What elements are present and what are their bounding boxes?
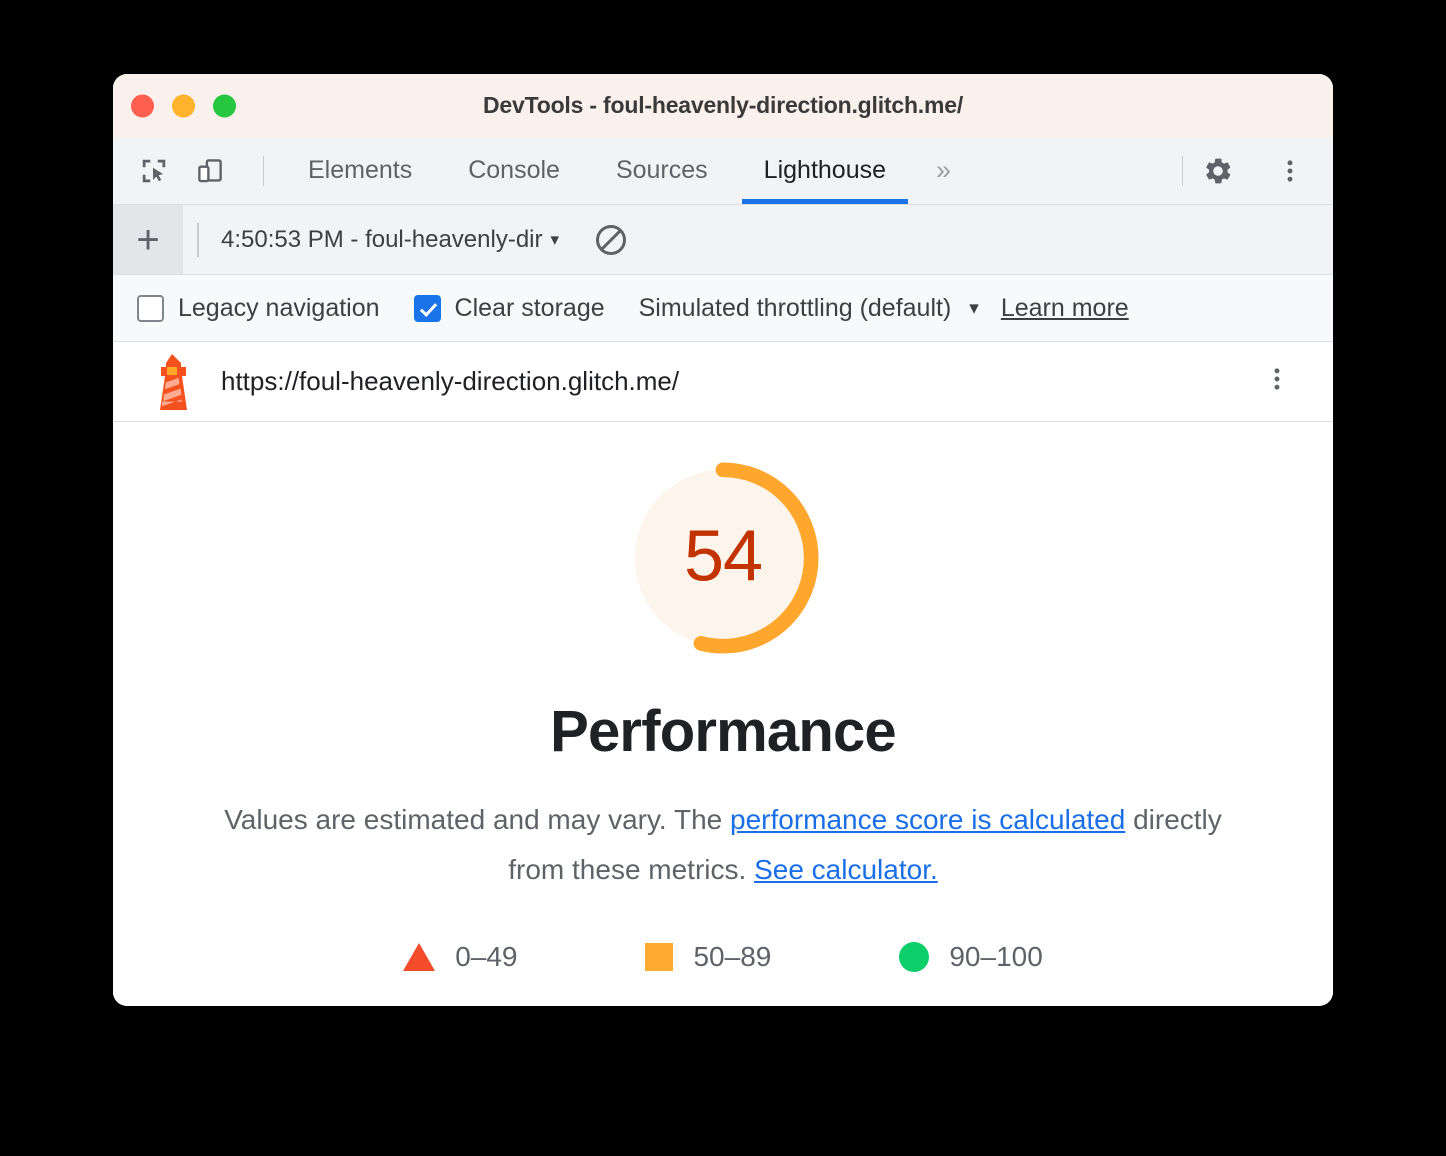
performance-score-gauge: 54 bbox=[625, 460, 821, 656]
tab-lighthouse-label: Lighthouse bbox=[763, 156, 886, 184]
legend-item-average: 50–89 bbox=[645, 941, 771, 973]
minimize-window-button[interactable] bbox=[172, 94, 195, 117]
lighthouse-icon bbox=[160, 353, 187, 410]
devtools-tab-list: Elements Console Sources Lighthouse bbox=[280, 137, 914, 204]
devtools-left-tools bbox=[113, 152, 280, 190]
tab-elements-label: Elements bbox=[308, 156, 413, 184]
tab-console[interactable]: Console bbox=[440, 137, 588, 204]
circle-icon bbox=[899, 941, 930, 972]
report-url-header: https://foul-heavenly-direction.glitch.m… bbox=[113, 342, 1333, 422]
tab-console-label: Console bbox=[468, 156, 560, 184]
see-calculator-link[interactable]: See calculator. bbox=[754, 854, 938, 885]
legacy-navigation-label: Legacy navigation bbox=[178, 293, 380, 322]
lighthouse-report-body: 54 Performance Values are estimated and … bbox=[113, 422, 1333, 1006]
clear-storage-checkbox-box[interactable] bbox=[413, 294, 441, 322]
performance-score-calculated-link[interactable]: performance score is calculated bbox=[730, 804, 1125, 835]
devtools-tabstrip: Elements Console Sources Lighthouse » bbox=[113, 137, 1333, 205]
tab-lighthouse[interactable]: Lighthouse bbox=[736, 137, 914, 204]
performance-score-value: 54 bbox=[683, 516, 763, 597]
window-traffic-lights bbox=[131, 94, 236, 117]
throttling-selector-value[interactable]: Simulated throttling (default) bbox=[639, 294, 952, 323]
page-title: Performance bbox=[550, 699, 897, 764]
lighthouse-options-bar: Legacy navigation Clear storage Simulate… bbox=[113, 275, 1333, 342]
report-selector-value: 4:50:53 PM - foul-heavenly-dir bbox=[221, 225, 543, 253]
tab-elements[interactable]: Elements bbox=[280, 137, 440, 204]
new-report-button[interactable]: + bbox=[113, 205, 183, 274]
legend-item-pass: 90–100 bbox=[899, 940, 1043, 973]
legend-label-fail: 0–49 bbox=[455, 940, 518, 972]
report-url-text: https://foul-heavenly-direction.glitch.m… bbox=[221, 366, 680, 396]
score-description-part1: Values are estimated and may vary. The bbox=[224, 804, 731, 835]
screenshot-root: DevTools - foul-heavenly-direction.glitc… bbox=[0, 0, 1446, 1156]
legend-label-pass: 90–100 bbox=[949, 940, 1043, 972]
report-options-kebab-icon[interactable] bbox=[1263, 365, 1291, 398]
learn-more-link[interactable]: Learn more bbox=[1001, 294, 1129, 323]
more-options-kebab-icon[interactable] bbox=[1271, 152, 1309, 190]
throttling-chevron-down-icon[interactable]: ▾ bbox=[969, 297, 979, 320]
devtools-window: DevTools - foul-heavenly-direction.glitc… bbox=[113, 74, 1333, 1006]
clear-storage-label: Clear storage bbox=[454, 293, 605, 322]
settings-gear-icon[interactable] bbox=[1199, 152, 1237, 190]
legacy-navigation-checkbox[interactable]: Legacy navigation bbox=[137, 294, 380, 323]
inspect-element-icon[interactable] bbox=[135, 152, 173, 190]
chevron-down-icon: ▾ bbox=[550, 229, 560, 249]
more-tabs-chevron-icon[interactable]: » bbox=[914, 155, 973, 186]
close-window-button[interactable] bbox=[131, 94, 154, 117]
zoom-window-button[interactable] bbox=[213, 94, 236, 117]
tab-sources-label: Sources bbox=[615, 156, 708, 184]
window-title: DevTools - foul-heavenly-direction.glitc… bbox=[482, 92, 964, 118]
clear-all-icon[interactable] bbox=[593, 222, 629, 258]
toolbar-divider bbox=[263, 155, 264, 186]
lighthouse-run-toolbar: + 4:50:53 PM - foul-heavenly-dir ▾ bbox=[113, 205, 1333, 275]
triangle-icon bbox=[403, 942, 436, 971]
clear-storage-checkbox[interactable]: Clear storage bbox=[413, 293, 605, 323]
devtools-right-tools bbox=[1166, 152, 1333, 190]
device-toolbar-icon[interactable] bbox=[191, 152, 229, 190]
report-selector-dropdown[interactable]: 4:50:53 PM - foul-heavenly-dir ▾ bbox=[221, 226, 559, 254]
legend-label-average: 50–89 bbox=[693, 940, 772, 972]
window-titlebar: DevTools - foul-heavenly-direction.glitc… bbox=[113, 74, 1333, 137]
right-tools-divider bbox=[1182, 155, 1183, 186]
square-icon bbox=[645, 942, 674, 971]
legacy-navigation-checkbox-box[interactable] bbox=[137, 294, 164, 322]
tab-sources[interactable]: Sources bbox=[588, 137, 736, 204]
score-legend: 0–49 50–89 90–100 bbox=[403, 941, 1043, 973]
legend-item-fail: 0–49 bbox=[403, 941, 517, 973]
score-description: Values are estimated and may vary. The p… bbox=[223, 795, 1223, 895]
runbar-divider bbox=[197, 222, 199, 257]
